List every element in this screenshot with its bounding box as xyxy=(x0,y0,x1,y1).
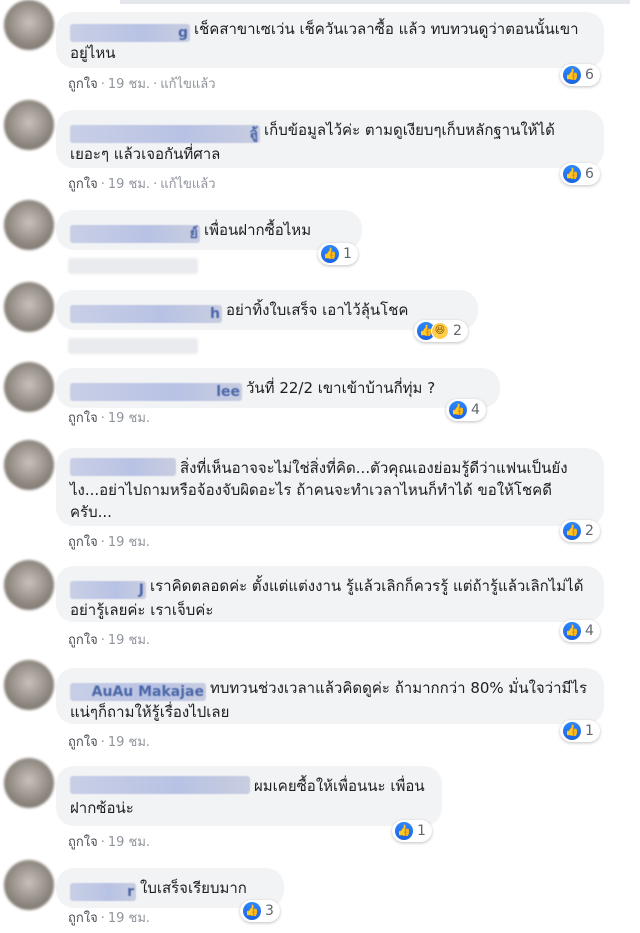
reaction-summary[interactable]: 👍 6 xyxy=(560,64,600,86)
reaction-count: 6 xyxy=(585,67,594,83)
like-icon: 👍 xyxy=(243,902,261,920)
comment-actions: ถูกใจ · 19 ชม. xyxy=(68,535,151,550)
comment-bubble: h อย่าทิ้งใบเสร็จ เอาไว้ลุ้นโชค xyxy=(56,290,478,330)
like-button[interactable]: ถูกใจ xyxy=(68,411,98,426)
previous-comment-edge xyxy=(120,0,630,4)
avatar[interactable] xyxy=(4,560,54,610)
comment-bubble: ย์ เพื่อนฝากซื้อไหม xyxy=(56,210,362,250)
comment-actions: ถูกใจ · 19 ชม. xyxy=(68,633,151,648)
like-button[interactable]: ถูกใจ xyxy=(68,633,98,648)
like-icon: 👍 xyxy=(563,165,581,183)
reaction-count: 4 xyxy=(471,402,480,418)
commenter-name[interactable]: lee xyxy=(70,383,242,401)
commenter-name[interactable]: ลู้ xyxy=(70,125,260,143)
avatar[interactable] xyxy=(4,440,54,490)
like-icon: 👍 xyxy=(563,522,581,540)
comment-text: อย่าทิ้งใบเสร็จ เอาไว้ลุ้นโชค xyxy=(226,301,409,319)
comment-bubble: lee วันที่ 22/2 เขาเข้าบ้านกี่ทุ่ม ? xyxy=(56,368,500,408)
blurred-actions xyxy=(68,338,198,354)
comment-bubble: g เช็คสาขาเซเว่น เช็ควันเวลาซื้อ แล้ว ทบท… xyxy=(56,12,604,68)
reaction-count: 2 xyxy=(585,523,594,539)
like-button[interactable]: ถูกใจ xyxy=(68,177,98,192)
comment-time[interactable]: 19 ชม. xyxy=(108,911,150,926)
comment-time[interactable]: 19 ชม. xyxy=(108,633,150,648)
comment-actions: ถูกใจ · 19 ชม. · แก้ไขแล้ว xyxy=(68,177,216,192)
comment-actions: ถูกใจ · 19 ชม. xyxy=(68,911,151,926)
comment-text: ใบเสร็จเรียบมาก xyxy=(140,879,247,897)
reaction-count: 3 xyxy=(265,903,274,919)
reaction-count: 1 xyxy=(343,246,352,262)
commenter-name[interactable]: h xyxy=(70,305,222,323)
reaction-count: 6 xyxy=(585,166,594,182)
reaction-count: 4 xyxy=(585,623,594,639)
comment-bubble: สิ่งที่เห็นอาจจะไม่ใช่สิ่งที่คิด...ตัวคุ… xyxy=(56,448,604,526)
avatar[interactable] xyxy=(4,362,54,412)
comment-actions: ถูกใจ · 19 ชม. xyxy=(68,411,151,426)
commenter-name[interactable]: AuAu Makajae xyxy=(70,683,206,701)
commenter-name[interactable]: J xyxy=(70,581,146,599)
comment-actions: ถูกใจ · 19 ชม. xyxy=(68,835,151,850)
comment-time[interactable]: 19 ชม. xyxy=(108,177,150,192)
reaction-summary[interactable]: 👍 4 xyxy=(446,399,486,421)
reaction-summary[interactable]: 👍 1 xyxy=(560,720,600,742)
like-icon: 👍 xyxy=(563,622,581,640)
comment-time[interactable]: 19 ชม. xyxy=(108,77,150,92)
blurred-actions xyxy=(68,258,198,274)
haha-icon: 😆 xyxy=(431,322,449,340)
commenter-name[interactable] xyxy=(70,776,250,794)
avatar[interactable] xyxy=(4,660,54,710)
commenter-name[interactable] xyxy=(70,458,176,476)
comment-text: เพื่อนฝากซื้อไหม xyxy=(204,221,312,239)
avatar[interactable] xyxy=(4,282,54,332)
reaction-count: 1 xyxy=(585,723,594,739)
commenter-name[interactable]: g xyxy=(70,24,190,42)
comment-time[interactable]: 19 ชม. xyxy=(108,735,150,750)
comment-text: วันที่ 22/2 เขาเข้าบ้านกี่ทุ่ม ? xyxy=(246,379,436,397)
comment-time[interactable]: 19 ชม. xyxy=(108,535,150,550)
avatar[interactable] xyxy=(4,0,54,50)
like-button[interactable]: ถูกใจ xyxy=(68,911,98,926)
avatar[interactable] xyxy=(4,758,54,808)
comment-actions: ถูกใจ · 19 ชม. xyxy=(68,735,151,750)
comment-bubble: ลู้ เก็บข้อมูลไว้ค่ะ ตามดูเงียบๆเก็บหลักฐ… xyxy=(56,110,604,168)
comment-bubble: AuAu Makajae ทบทวนช่วงเวลาแล้วคิดดูค่ะ ถ้… xyxy=(56,668,604,724)
like-icon: 👍 xyxy=(563,66,581,84)
comment-bubble: ผมเคยซื้อให้เพื่อนนะ เพื่อนฝากซ้อน่ะ xyxy=(56,766,442,826)
reaction-summary[interactable]: 👍 6 xyxy=(560,163,600,185)
comment-actions: ถูกใจ · 19 ชม. · แก้ไขแล้ว xyxy=(68,77,216,92)
like-icon: 👍 xyxy=(563,722,581,740)
reaction-summary[interactable]: 👍 2 xyxy=(560,520,600,542)
edited-label[interactable]: แก้ไขแล้ว xyxy=(160,77,215,92)
avatar[interactable] xyxy=(4,200,54,250)
like-button[interactable]: ถูกใจ xyxy=(68,77,98,92)
reaction-summary[interactable]: 👍 3 xyxy=(240,900,280,922)
comment-time[interactable]: 19 ชม. xyxy=(108,411,150,426)
reaction-summary[interactable]: 👍 1 xyxy=(318,243,358,265)
avatar[interactable] xyxy=(4,100,54,150)
like-button[interactable]: ถูกใจ xyxy=(68,735,98,750)
reaction-summary[interactable]: 👍 😆 2 xyxy=(414,320,468,342)
like-icon: 👍 xyxy=(321,245,339,263)
avatar[interactable] xyxy=(4,860,54,910)
commenter-name[interactable]: r xyxy=(70,883,136,901)
comment-time[interactable]: 19 ชม. xyxy=(108,835,150,850)
comment-bubble: J เราคิดตลอดค่ะ ตั้งแต่แต่งงาน รู้แล้วเลิ… xyxy=(56,566,604,622)
reaction-summary[interactable]: 👍 4 xyxy=(560,620,600,642)
edited-label[interactable]: แก้ไขแล้ว xyxy=(160,177,215,192)
commenter-name[interactable]: ย์ xyxy=(70,225,200,243)
reaction-count: 2 xyxy=(453,323,462,339)
comment-text: เราคิดตลอดค่ะ ตั้งแต่แต่งงาน รู้แล้วเลิก… xyxy=(70,577,584,619)
like-button[interactable]: ถูกใจ xyxy=(68,535,98,550)
like-icon: 👍 xyxy=(449,401,467,419)
reaction-count: 1 xyxy=(417,823,426,839)
reaction-summary[interactable]: 👍 1 xyxy=(392,820,432,842)
like-button[interactable]: ถูกใจ xyxy=(68,835,98,850)
like-icon: 👍 xyxy=(395,822,413,840)
